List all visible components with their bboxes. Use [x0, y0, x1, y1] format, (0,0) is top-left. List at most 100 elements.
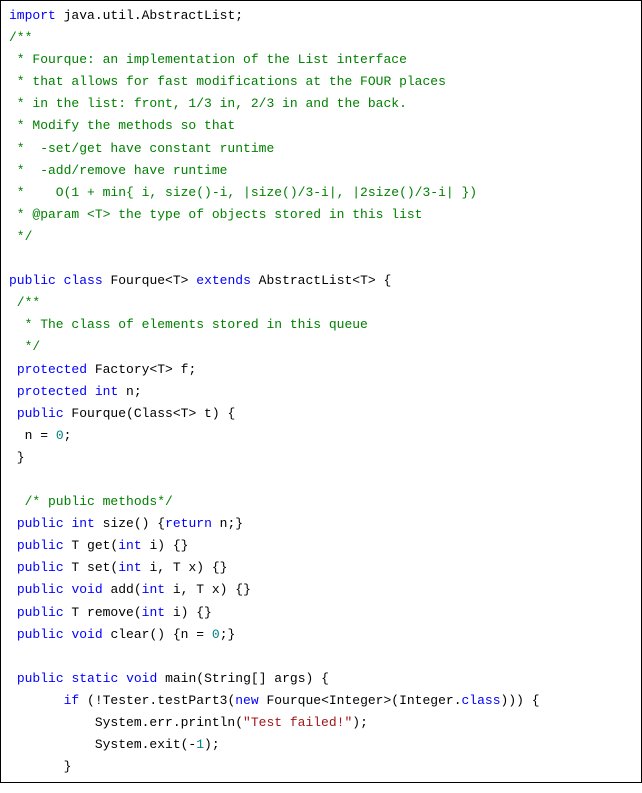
code-token: void — [71, 582, 102, 597]
code-token: int — [71, 516, 94, 531]
code-token: int — [118, 538, 141, 553]
code-token: * Modify the methods so that — [9, 118, 235, 133]
code-token: System.exit(- — [9, 737, 196, 752]
code-token: T remove( — [64, 605, 142, 620]
code-token: public — [17, 516, 64, 531]
code-token — [56, 273, 64, 288]
code-token: * @param <T> the type of objects stored … — [9, 207, 422, 222]
code-token: ); — [352, 715, 368, 730]
code-line: } — [9, 447, 633, 469]
code-token — [118, 671, 126, 686]
code-token: public — [17, 560, 64, 575]
code-token: protected — [17, 362, 87, 377]
code-token: void — [126, 671, 157, 686]
code-line: * Fourque: an implementation of the List… — [9, 49, 633, 71]
code-token: class — [64, 273, 103, 288]
code-line: } — [9, 756, 633, 778]
code-token: public — [17, 671, 64, 686]
code-line: public class Fourque<T> extends Abstract… — [9, 270, 633, 292]
code-token: i, T x) {} — [142, 560, 228, 575]
code-token: size() { — [95, 516, 165, 531]
code-token: new — [235, 693, 258, 708]
code-token: */ — [9, 339, 40, 354]
code-line: * -set/get have constant runtime — [9, 138, 633, 160]
code-token: Fourque(Class<T> t) { — [64, 406, 236, 421]
code-token: * The class of elements stored in this q… — [9, 317, 368, 332]
code-token: System.err.println( — [9, 715, 243, 730]
code-token: main(String[] args) { — [157, 671, 329, 686]
code-token: extends — [196, 273, 251, 288]
code-token: add( — [103, 582, 142, 597]
code-line: * in the list: front, 1/3 in, 2/3 in and… — [9, 93, 633, 115]
code-token — [9, 605, 17, 620]
code-token — [87, 384, 95, 399]
code-token: ); — [204, 737, 220, 752]
code-token — [9, 538, 17, 553]
code-token — [9, 693, 64, 708]
code-token — [9, 384, 17, 399]
code-token: * -set/get have constant runtime — [9, 141, 274, 156]
code-token: Fourque<T> — [103, 273, 197, 288]
code-line — [9, 248, 633, 270]
code-token: 0 — [56, 428, 64, 443]
code-line: */ — [9, 226, 633, 248]
code-token: * O(1 + min{ i, size()-i, |size()/3-i|, … — [9, 185, 477, 200]
code-token: class — [462, 693, 501, 708]
code-token: clear() {n = — [103, 627, 212, 642]
code-token: } — [9, 759, 71, 774]
code-token: } — [9, 450, 25, 465]
code-token — [9, 560, 17, 575]
code-token: ))) { — [501, 693, 540, 708]
code-token: public — [17, 406, 64, 421]
code-line: System.exit(-1); — [9, 734, 633, 756]
code-line — [9, 469, 633, 491]
code-token: int — [95, 384, 118, 399]
code-token: "Test failed!" — [243, 715, 352, 730]
code-token: protected — [17, 384, 87, 399]
code-line: /* public methods*/ — [9, 491, 633, 513]
code-line: import java.util.AbstractList; — [9, 5, 633, 27]
code-token: if — [64, 693, 80, 708]
code-line — [9, 646, 633, 668]
code-token: n = — [9, 428, 56, 443]
code-token: n; — [118, 384, 141, 399]
code-token: import — [9, 8, 56, 23]
code-token — [9, 516, 17, 531]
code-line: public Fourque(Class<T> t) { — [9, 403, 633, 425]
code-line: protected Factory<T> f; — [9, 359, 633, 381]
code-token: 1 — [196, 737, 204, 752]
code-line: * @param <T> the type of objects stored … — [9, 204, 633, 226]
code-line: n = 0; — [9, 425, 633, 447]
code-token: public — [9, 273, 56, 288]
code-token: ;} — [220, 627, 236, 642]
code-line: public static void main(String[] args) { — [9, 668, 633, 690]
code-line: /** — [9, 27, 633, 49]
code-line: protected int n; — [9, 381, 633, 403]
code-token: i) {} — [165, 605, 212, 620]
code-token: T set( — [64, 560, 119, 575]
code-line: * The class of elements stored in this q… — [9, 314, 633, 336]
code-token: AbstractList<T> { — [251, 273, 391, 288]
code-line: public T set(int i, T x) {} — [9, 557, 633, 579]
code-block: import java.util.AbstractList;/** * Four… — [0, 0, 642, 783]
code-token: i) {} — [142, 538, 189, 553]
code-token — [9, 627, 17, 642]
code-token — [9, 406, 17, 421]
code-line: /** — [9, 292, 633, 314]
code-line: System.err.println("Test failed!"); — [9, 712, 633, 734]
code-line: public T remove(int i) {} — [9, 602, 633, 624]
code-token: * in the list: front, 1/3 in, 2/3 in and… — [9, 96, 407, 111]
code-line: * Modify the methods so that — [9, 115, 633, 137]
code-token: int — [118, 560, 141, 575]
code-token — [9, 671, 17, 686]
code-token: public — [17, 627, 64, 642]
code-token: ; — [64, 428, 72, 443]
code-token: n;} — [212, 516, 243, 531]
code-token: * -add/remove have runtime — [9, 163, 227, 178]
code-line: if (!Tester.testPart3(new Fourque<Intege… — [9, 690, 633, 712]
code-token — [9, 582, 17, 597]
code-token: */ — [9, 229, 32, 244]
code-line: public T get(int i) {} — [9, 535, 633, 557]
code-token: int — [142, 582, 165, 597]
code-token: public — [17, 538, 64, 553]
